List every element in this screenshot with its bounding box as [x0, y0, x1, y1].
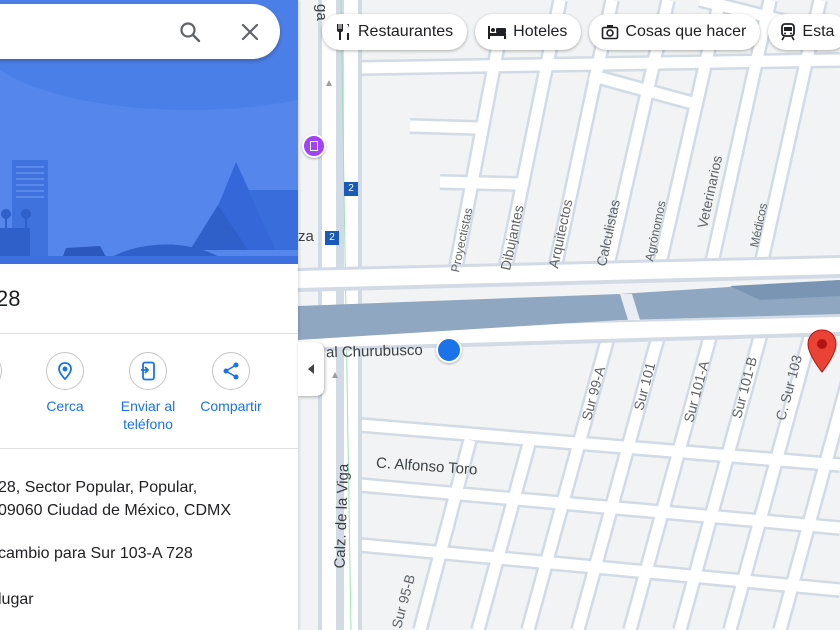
add-place-link[interactable]: lugar	[0, 588, 34, 611]
divider	[0, 333, 298, 334]
share-button[interactable]: Compartir	[186, 352, 276, 415]
chip-hoteles[interactable]: Hoteles	[475, 14, 582, 50]
route-shield-2: 2	[344, 182, 358, 196]
camera-icon	[602, 25, 619, 40]
chip-cosas-que-hacer[interactable]: Cosas que hacer	[589, 14, 761, 50]
map-label-za: za	[298, 228, 314, 245]
train-icon	[781, 23, 796, 41]
search-icon[interactable]	[178, 20, 202, 44]
share-icon	[212, 352, 250, 390]
map-label-churubusco: al Churubusco	[325, 341, 423, 362]
place-title: 28	[0, 286, 21, 311]
film-icon	[310, 141, 318, 151]
action-label: Cerca	[46, 398, 84, 414]
fork-knife-icon	[337, 24, 349, 40]
map-label-viga: Calz. de la Viga	[331, 463, 353, 569]
phone-send-icon	[129, 352, 167, 390]
collapse-panel-button[interactable]	[298, 342, 324, 396]
route-icon	[0, 352, 2, 390]
nearby-button[interactable]: Cerca	[20, 352, 110, 415]
chip-transporte[interactable]: Esta	[768, 14, 840, 50]
action-label: Compartir	[200, 398, 262, 414]
action-label: Enviar al teléfono	[120, 398, 176, 432]
cinema-poi-pin[interactable]	[302, 134, 326, 158]
ticket-poi-pin[interactable]	[436, 337, 462, 363]
nearby-icon	[46, 352, 84, 390]
place-panel: 28 ar Cerca Enviar al teléfono Compartir…	[0, 0, 298, 630]
chevron-left-icon	[308, 364, 314, 374]
chip-label: Cosas que hacer	[625, 23, 747, 40]
route-shield-2b: 2	[325, 231, 339, 245]
chip-label: Esta	[802, 23, 835, 40]
address-line-1: 28, Sector Popular, Popular,	[0, 479, 198, 496]
chip-label: Restaurantes	[358, 23, 454, 40]
send-to-phone-button[interactable]: Enviar al teléfono	[103, 352, 193, 433]
chip-restaurantes[interactable]: Restaurantes	[322, 14, 468, 50]
bed-icon	[488, 26, 507, 39]
address-line-2: 09060 Ciudad de México, CDMX	[0, 502, 232, 519]
divider	[0, 448, 298, 449]
close-icon[interactable]	[238, 20, 262, 44]
category-chips: Restaurantes Hoteles Cosas que hacer Est…	[322, 14, 840, 50]
search-box[interactable]	[0, 4, 280, 59]
map-pin-icon	[807, 329, 837, 373]
chip-label: Hoteles	[513, 23, 568, 40]
suggest-edit-link[interactable]: cambio para Sur 103-A 728	[0, 542, 193, 565]
